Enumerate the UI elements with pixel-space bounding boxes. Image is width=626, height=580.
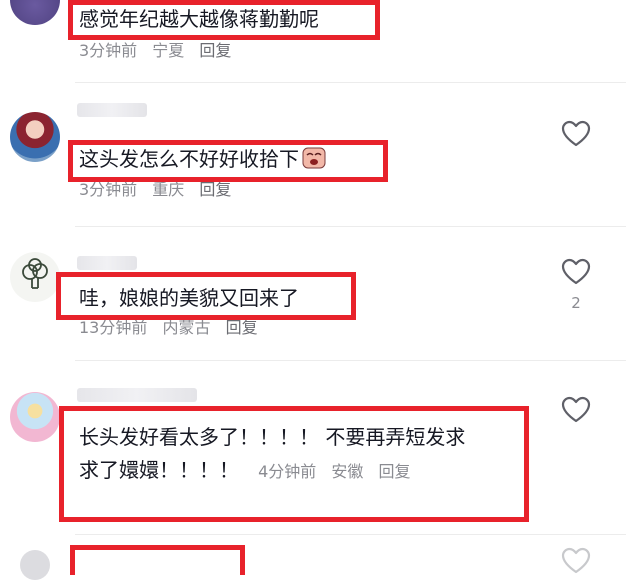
highlight-box xyxy=(70,545,245,575)
comment-time: 13分钟前 xyxy=(79,318,148,337)
comment-location: 宁夏 xyxy=(152,41,185,60)
divider xyxy=(75,360,626,361)
avatar[interactable] xyxy=(20,550,50,580)
divider xyxy=(75,226,626,227)
comment-meta: 3分钟前 重庆 回复 xyxy=(79,180,241,200)
comment-meta: 13分钟前 内蒙古 回复 xyxy=(79,318,268,338)
broccoli-icon xyxy=(22,258,48,289)
highlight-box xyxy=(68,0,380,40)
reply-button[interactable]: 回复 xyxy=(199,180,231,199)
comment-time: 3分钟前 xyxy=(79,180,138,199)
divider xyxy=(75,534,626,535)
comment-location: 内蒙古 xyxy=(162,318,211,337)
comment-location: 重庆 xyxy=(152,180,185,199)
comment-meta: 3分钟前 宁夏 回复 xyxy=(79,41,241,61)
reply-button[interactable]: 回复 xyxy=(226,318,258,337)
comment-time: 3分钟前 xyxy=(79,41,138,60)
username-blurred xyxy=(77,388,197,402)
username-blurred xyxy=(77,103,147,117)
divider xyxy=(75,82,626,83)
like-count: 2 xyxy=(571,294,581,312)
avatar[interactable] xyxy=(10,392,60,442)
avatar[interactable] xyxy=(10,112,60,162)
highlight-box xyxy=(59,406,529,522)
highlight-box xyxy=(68,140,388,182)
heart-icon[interactable] xyxy=(561,120,591,148)
heart-icon[interactable] xyxy=(561,396,591,424)
reply-button[interactable]: 回复 xyxy=(199,41,231,60)
avatar[interactable] xyxy=(10,0,60,25)
username-blurred xyxy=(77,256,137,270)
avatar[interactable] xyxy=(10,252,60,302)
heart-icon[interactable] xyxy=(561,258,591,286)
heart-icon[interactable] xyxy=(561,547,591,575)
highlight-box xyxy=(56,272,356,320)
